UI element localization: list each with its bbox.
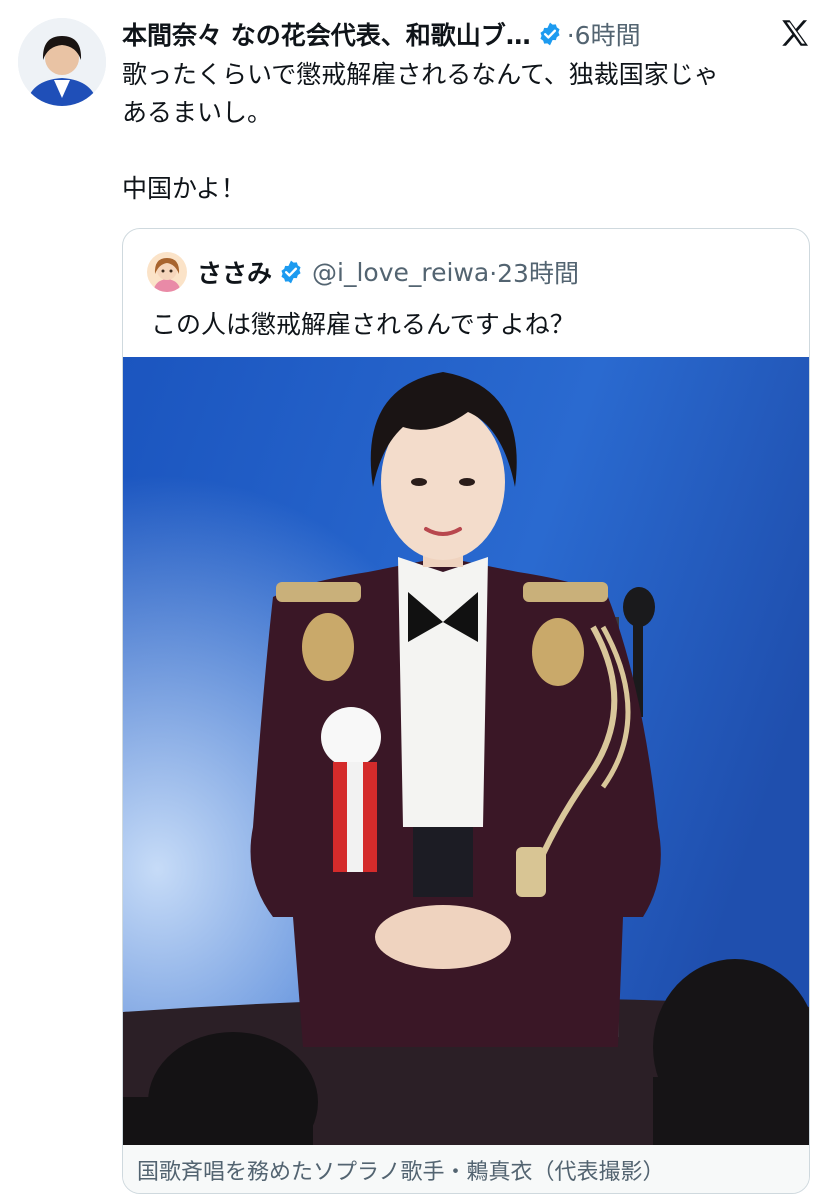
quoted-tweet-card[interactable]: ささみ @i_love_reiwa ·23時間 この人は懲戒解雇されるんですよね… (122, 228, 810, 1194)
verified-badge-icon (281, 260, 301, 284)
tweet-header: 本間奈々 なの花会代表、和歌山ブ… ·6時間 (122, 14, 812, 54)
quoted-tweet-text: この人は懲戒解雇されるんですよね？ (151, 310, 575, 339)
photo-caption: 国歌斉唱を務めたソプラノ歌手・鶫真衣（代表撮影） (123, 1145, 809, 1193)
quoted-author-handle[interactable]: @i_love_reiwa (312, 258, 489, 287)
tweet-timestamp[interactable]: ·6時間 (567, 16, 641, 52)
x-logo-icon[interactable] (778, 16, 812, 50)
verified-badge-icon (540, 22, 560, 46)
quoted-tweet-timestamp[interactable]: ·23時間 (489, 254, 579, 290)
author-name[interactable]: 本間奈々 なの花会代表、和歌山ブ… (122, 16, 531, 52)
quoted-author-name[interactable]: ささみ (197, 254, 272, 290)
quoted-tweet-header: ささみ @i_love_reiwa ·23時間 (147, 247, 579, 297)
quoted-author-avatar[interactable] (147, 252, 187, 292)
tweet-text: 歌ったくらいで懲戒解雇されるなんて、独裁国家じゃ あるまいし。 中国かよ！ (122, 60, 719, 203)
author-avatar[interactable] (18, 18, 106, 106)
quoted-tweet-photo[interactable] (123, 357, 809, 1145)
